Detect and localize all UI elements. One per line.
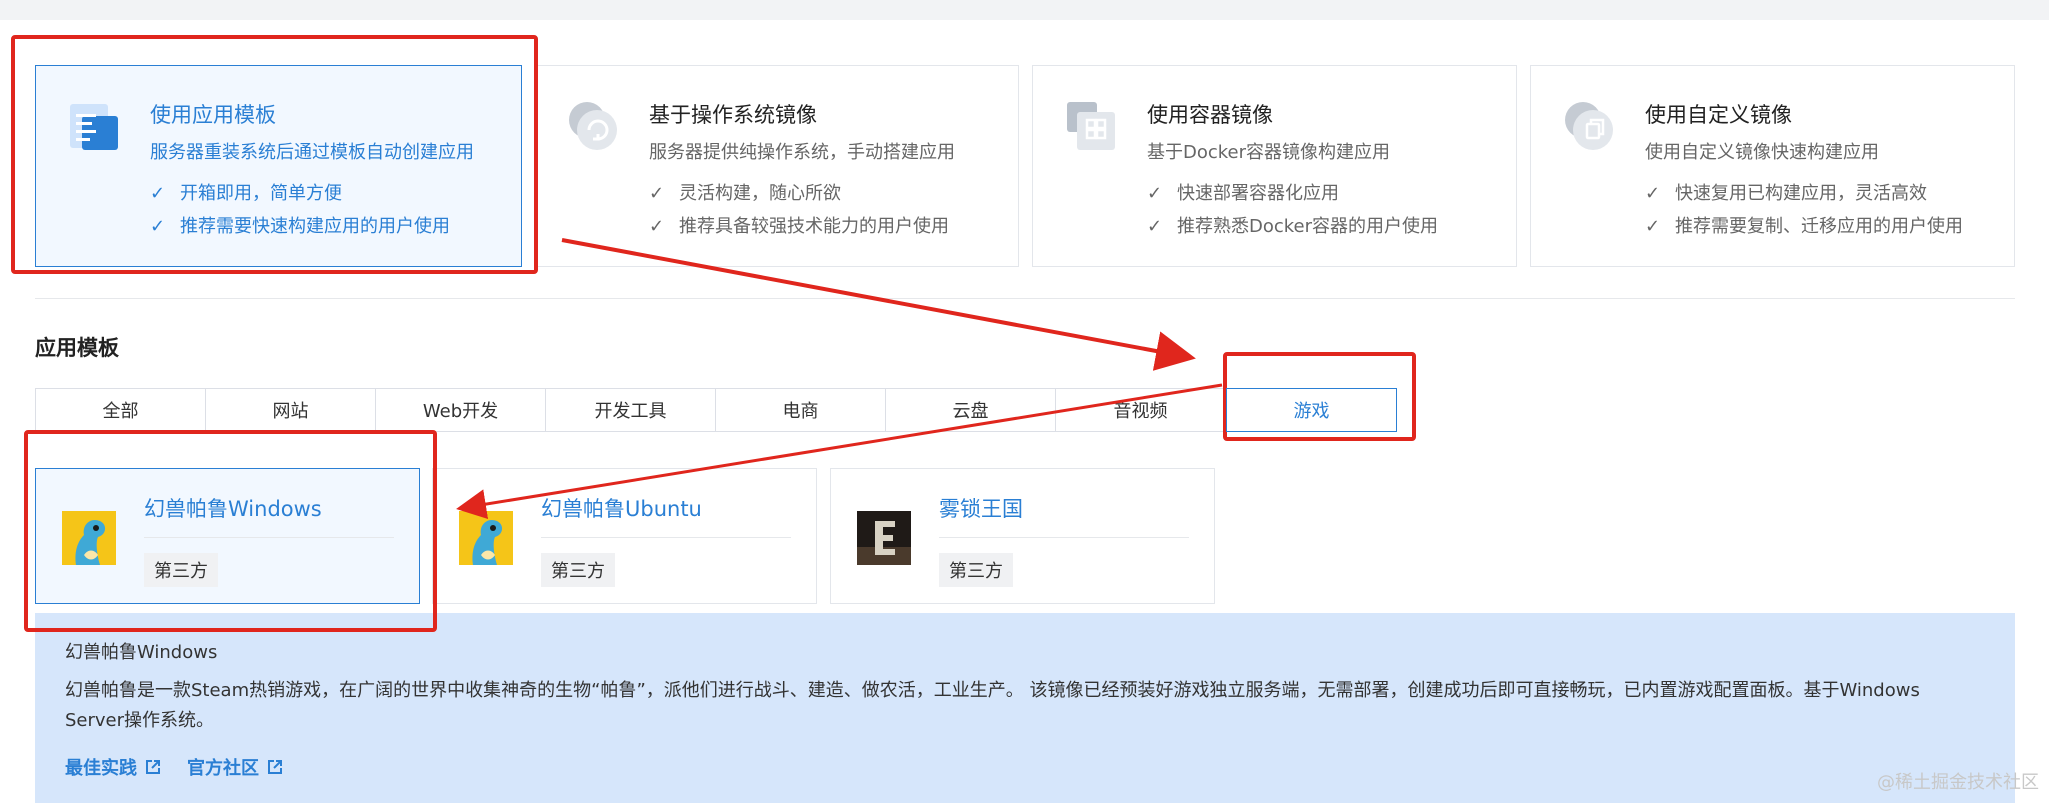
tab-all[interactable]: 全部 (35, 388, 206, 432)
option-container-image[interactable]: 使用容器镜像 基于Docker容器镜像构建应用 ✓ 快速部署容器化应用 ✓ 推荐熟悉… (1032, 65, 1517, 267)
option-desc: 服务器重装系统后通过模板自动创建应用 (150, 142, 474, 163)
game-card-palworld-windows[interactable]: 幻兽帕鲁Windows 第三方 (35, 468, 420, 604)
option-feature: ✓ 开箱即用，简单方便 (150, 183, 342, 204)
option-feature: ✓ 推荐具备较强技术能力的用户使用 (649, 216, 949, 237)
palworld-icon (62, 511, 116, 565)
option-title: 基于操作系统镜像 (649, 103, 817, 127)
tab-dev-tools[interactable]: 开发工具 (545, 388, 716, 432)
option-desc: 服务器提供纯操作系统，手动搭建应用 (649, 142, 955, 163)
game-name: 雾锁王国 (939, 497, 1023, 521)
category-tabs: 全部 网站 Web开发 开发工具 电商 云盘 音视频 游戏 (35, 388, 1397, 432)
game-card-palworld-ubuntu[interactable]: 幻兽帕鲁Ubuntu 第三方 (432, 468, 817, 604)
custom-image-icon (1565, 102, 1613, 150)
third-party-badge: 第三方 (144, 553, 218, 587)
check-icon: ✓ (1645, 183, 1661, 204)
option-feature: ✓ 快速复用已构建应用，灵活高效 (1645, 183, 1927, 204)
option-desc: 基于Docker容器镜像构建应用 (1147, 142, 1391, 163)
palworld-icon (459, 511, 513, 565)
check-icon: ✓ (1147, 216, 1163, 237)
option-app-template[interactable]: 使用应用模板 服务器重装系统后通过模板自动创建应用 ✓ 开箱即用，简单方便 ✓ 推荐… (35, 65, 522, 267)
info-title: 幻兽帕鲁Windows (65, 642, 218, 663)
watermark: @稀土掘金技术社区 (1877, 772, 2039, 793)
option-feature: ✓ 推荐需要复制、迁移应用的用户使用 (1645, 216, 1963, 237)
tab-cloud-disk[interactable]: 云盘 (885, 388, 1056, 432)
os-image-icon (569, 102, 617, 150)
option-feature: ✓ 灵活构建，随心所欲 (649, 183, 841, 204)
tab-audio-video[interactable]: 音视频 (1055, 388, 1226, 432)
option-title: 使用容器镜像 (1147, 103, 1273, 127)
check-icon: ✓ (649, 216, 665, 237)
section-title: 应用模板 (35, 336, 119, 360)
check-icon: ✓ (150, 216, 166, 237)
game-name: 幻兽帕鲁Windows (144, 497, 322, 521)
option-title: 使用自定义镜像 (1645, 103, 1792, 127)
official-community-link[interactable]: 官方社区 (187, 754, 283, 780)
separator (144, 537, 394, 538)
tab-web-dev[interactable]: Web开发 (375, 388, 546, 432)
page: 使用应用模板 服务器重装系统后通过模板自动创建应用 ✓ 开箱即用，简单方便 ✓ 推荐… (0, 20, 2020, 803)
enshrouded-icon (857, 511, 911, 565)
app-template-icon (70, 104, 118, 150)
check-icon: ✓ (1645, 216, 1661, 237)
info-links: 最佳实践 官方社区 (65, 754, 283, 780)
option-os-image[interactable]: 基于操作系统镜像 服务器提供纯操作系统，手动搭建应用 ✓ 灵活构建，随心所欲 ✓ 推… (534, 65, 1019, 267)
container-image-icon (1067, 102, 1115, 150)
option-desc: 使用自定义镜像快速构建应用 (1645, 142, 1879, 163)
option-feature: ✓ 推荐熟悉Docker容器的用户使用 (1147, 216, 1439, 237)
separator (541, 537, 791, 538)
third-party-badge: 第三方 (541, 553, 615, 587)
external-link-icon (146, 760, 160, 774)
template-info-panel: 幻兽帕鲁Windows 幻兽帕鲁是一款Steam热销游戏，在广阔的世界中收集神奇… (35, 613, 2015, 803)
check-icon: ✓ (150, 183, 166, 204)
option-custom-image[interactable]: 使用自定义镜像 使用自定义镜像快速构建应用 ✓ 快速复用已构建应用，灵活高效 ✓ 推… (1530, 65, 2015, 267)
top-strip (0, 0, 2049, 20)
option-title: 使用应用模板 (150, 103, 276, 127)
tab-website[interactable]: 网站 (205, 388, 376, 432)
tab-ecommerce[interactable]: 电商 (715, 388, 886, 432)
option-feature: ✓ 快速部署容器化应用 (1147, 183, 1339, 204)
tab-games[interactable]: 游戏 (1226, 388, 1397, 432)
game-card-enshrouded[interactable]: 雾锁王国 第三方 (830, 468, 1215, 604)
game-name: 幻兽帕鲁Ubuntu (541, 497, 702, 521)
info-description: 幻兽帕鲁是一款Steam热销游戏，在广阔的世界中收集神奇的生物“帕鲁”，派他们进… (65, 680, 1920, 731)
best-practice-link[interactable]: 最佳实践 (65, 754, 161, 780)
third-party-badge: 第三方 (939, 553, 1013, 587)
separator (939, 537, 1189, 538)
check-icon: ✓ (1147, 183, 1163, 204)
divider (35, 298, 2015, 299)
check-icon: ✓ (649, 183, 665, 204)
external-link-icon (268, 760, 282, 774)
option-feature: ✓ 推荐需要快速构建应用的用户使用 (150, 216, 450, 237)
